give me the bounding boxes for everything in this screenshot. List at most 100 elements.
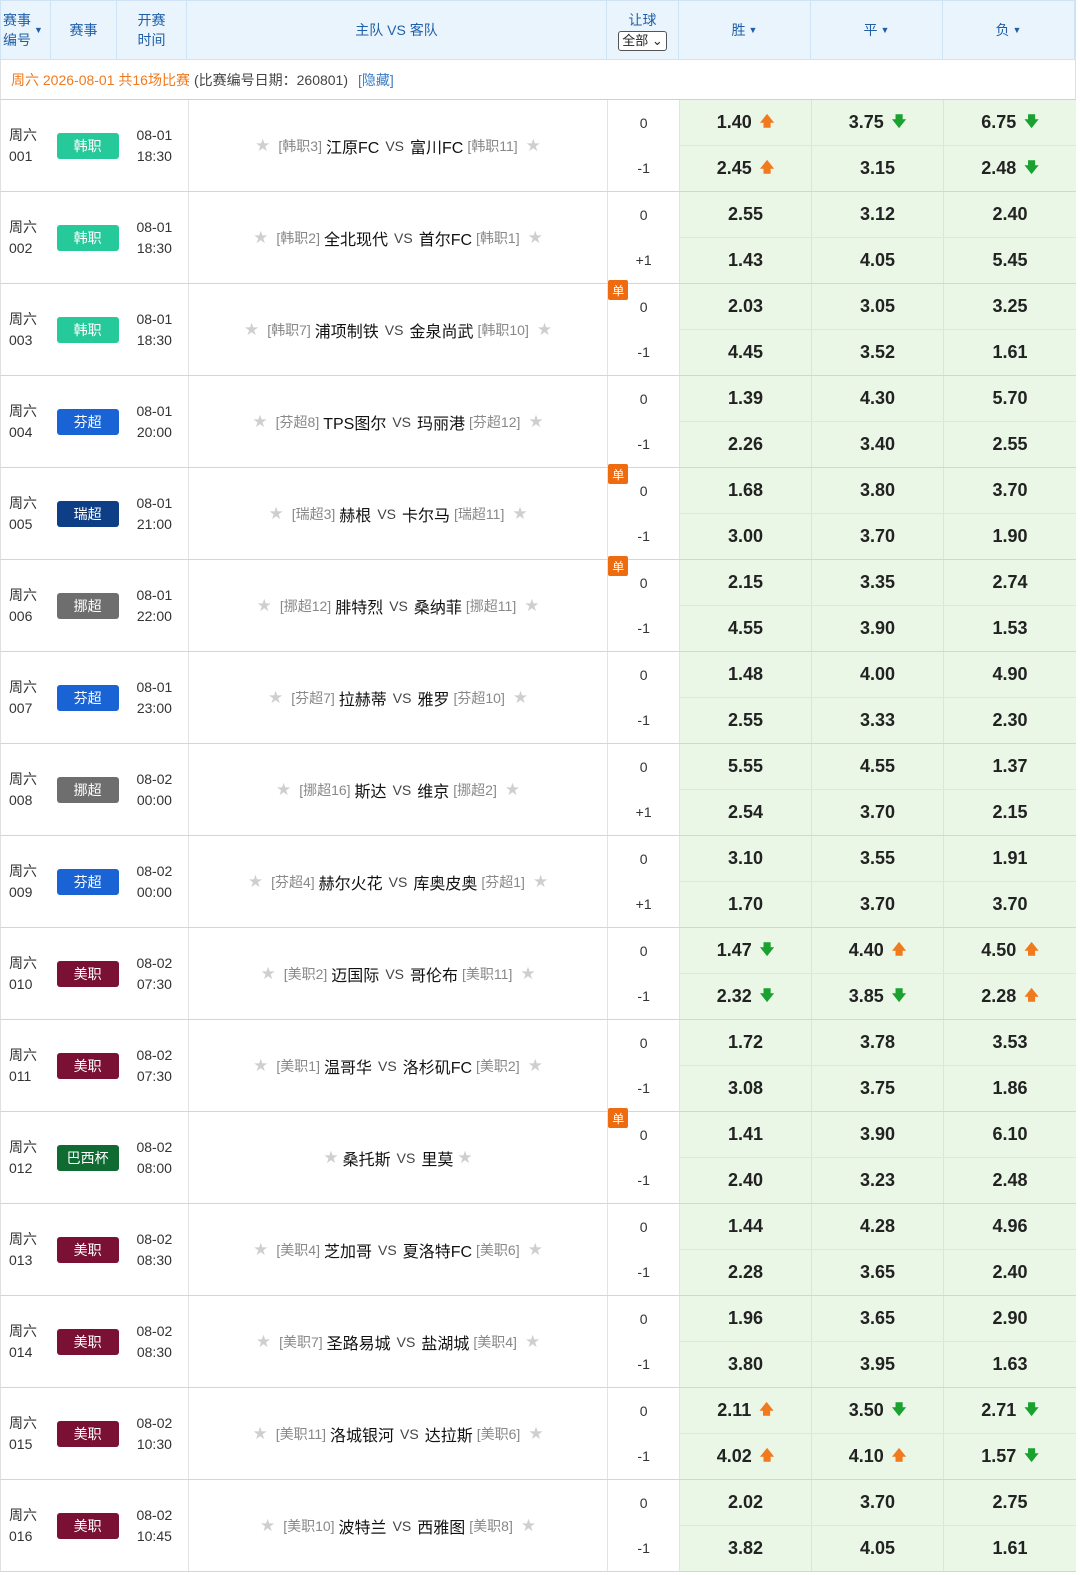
- odds-win-button[interactable]: 2.54: [680, 790, 812, 835]
- league-badge[interactable]: 瑞超: [56, 500, 119, 527]
- odds-draw-button[interactable]: 3.52: [812, 330, 944, 375]
- odds-draw-button[interactable]: 3.75 🡇: [812, 100, 944, 145]
- odds-draw-button[interactable]: 4.28: [812, 1204, 944, 1249]
- star-icon[interactable]: ★: [244, 320, 259, 340]
- league-badge[interactable]: 美职: [56, 1420, 119, 1447]
- odds-lose-button[interactable]: 3.70: [944, 468, 1076, 513]
- odds-lose-button[interactable]: 3.53: [944, 1020, 1076, 1065]
- odds-win-button[interactable]: 2.28: [680, 1250, 812, 1295]
- star-icon[interactable]: ★: [276, 780, 291, 800]
- odds-win-button[interactable]: 5.55: [680, 744, 812, 789]
- star-icon[interactable]: ★: [513, 688, 528, 708]
- odds-win-button[interactable]: 2.45 🡅: [680, 146, 812, 191]
- odds-lose-button[interactable]: 2.75: [944, 1480, 1076, 1525]
- home-team[interactable]: 赫根: [339, 502, 371, 526]
- home-team[interactable]: 浦项制铁: [315, 318, 379, 342]
- star-icon[interactable]: ★: [533, 872, 548, 892]
- odds-lose-button[interactable]: 2.55: [944, 422, 1076, 467]
- home-team[interactable]: TPS图尔: [323, 410, 386, 434]
- star-icon[interactable]: ★: [524, 596, 539, 616]
- home-team[interactable]: 波特兰: [339, 1514, 387, 1538]
- league-badge[interactable]: 韩职: [56, 132, 119, 159]
- star-icon[interactable]: ★: [257, 596, 272, 616]
- odds-win-button[interactable]: 3.82: [680, 1526, 812, 1571]
- star-icon[interactable]: ★: [520, 964, 535, 984]
- star-icon[interactable]: ★: [528, 1056, 543, 1076]
- home-team[interactable]: 江原FC: [326, 134, 379, 158]
- odds-win-button[interactable]: 2.55: [680, 698, 812, 743]
- star-icon[interactable]: ★: [521, 1516, 536, 1536]
- odds-draw-button[interactable]: 3.12: [812, 192, 944, 237]
- home-team[interactable]: 腓特烈: [335, 594, 383, 618]
- league-badge[interactable]: 挪超: [56, 776, 119, 803]
- odds-win-button[interactable]: 2.40: [680, 1158, 812, 1203]
- odds-draw-button[interactable]: 4.00: [812, 652, 944, 697]
- odds-draw-button[interactable]: 3.65: [812, 1250, 944, 1295]
- away-team[interactable]: 西雅图: [417, 1514, 465, 1538]
- odds-draw-button[interactable]: 3.35: [812, 560, 944, 605]
- odds-win-button[interactable]: 3.10: [680, 836, 812, 881]
- odds-lose-button[interactable]: 1.61: [944, 330, 1076, 375]
- star-icon[interactable]: ★: [457, 1148, 472, 1168]
- odds-lose-button[interactable]: 1.57 🡇: [944, 1434, 1076, 1479]
- odds-lose-button[interactable]: 2.40: [944, 1250, 1076, 1295]
- odds-win-button[interactable]: 2.03: [680, 284, 812, 329]
- odds-draw-button[interactable]: 3.05: [812, 284, 944, 329]
- away-team[interactable]: 洛杉矶FC: [403, 1054, 472, 1078]
- league-badge[interactable]: 韩职: [56, 224, 119, 251]
- odds-win-button[interactable]: 3.00: [680, 514, 812, 559]
- star-icon[interactable]: ★: [268, 688, 283, 708]
- odds-lose-button[interactable]: 4.90: [944, 652, 1076, 697]
- odds-draw-button[interactable]: 3.85 🡇: [812, 974, 944, 1019]
- away-team[interactable]: 卡尔马: [402, 502, 450, 526]
- odds-draw-button[interactable]: 3.70: [812, 1480, 944, 1525]
- odds-lose-button[interactable]: 4.96: [944, 1204, 1076, 1249]
- odds-draw-button[interactable]: 3.90: [812, 606, 944, 651]
- odds-lose-button[interactable]: 1.61: [944, 1526, 1076, 1571]
- home-team[interactable]: 圣路易城: [327, 1330, 391, 1354]
- away-team[interactable]: 玛丽港: [417, 410, 465, 434]
- league-badge[interactable]: 美职: [56, 1052, 119, 1079]
- away-team[interactable]: 哥伦布: [410, 962, 458, 986]
- odds-win-button[interactable]: 1.41: [680, 1112, 812, 1157]
- odds-win-button[interactable]: 2.26: [680, 422, 812, 467]
- odds-draw-button[interactable]: 3.95: [812, 1342, 944, 1387]
- away-team[interactable]: 首尔FC: [419, 226, 472, 250]
- star-icon[interactable]: ★: [512, 504, 527, 524]
- odds-lose-button[interactable]: 2.48: [944, 1158, 1076, 1203]
- league-badge[interactable]: 挪超: [56, 592, 119, 619]
- away-team[interactable]: 富川FC: [410, 134, 463, 158]
- odds-lose-button[interactable]: 3.70: [944, 882, 1076, 927]
- odds-win-button[interactable]: 1.43: [680, 238, 812, 283]
- odds-lose-button[interactable]: 2.30: [944, 698, 1076, 743]
- home-team[interactable]: 桑托斯: [343, 1146, 391, 1170]
- odds-win-button[interactable]: 2.55: [680, 192, 812, 237]
- odds-lose-button[interactable]: 5.45: [944, 238, 1076, 283]
- odds-draw-button[interactable]: 3.90: [812, 1112, 944, 1157]
- league-badge[interactable]: 芬超: [56, 684, 119, 711]
- star-icon[interactable]: ★: [268, 504, 283, 524]
- home-team[interactable]: 洛城银河: [330, 1422, 394, 1446]
- odds-lose-button[interactable]: 5.70: [944, 376, 1076, 421]
- away-team[interactable]: 桑纳菲: [414, 594, 462, 618]
- odds-draw-button[interactable]: 4.40 🡅: [812, 928, 944, 973]
- odds-win-button[interactable]: 3.08: [680, 1066, 812, 1111]
- odds-win-button[interactable]: 1.70: [680, 882, 812, 927]
- hide-link[interactable]: [隐藏]: [358, 70, 394, 90]
- star-icon[interactable]: ★: [248, 872, 263, 892]
- odds-draw-button[interactable]: 4.55: [812, 744, 944, 789]
- odds-lose-button[interactable]: 1.63: [944, 1342, 1076, 1387]
- odds-lose-button[interactable]: 6.75 🡇: [944, 100, 1076, 145]
- league-badge[interactable]: 芬超: [56, 408, 119, 435]
- odds-win-button[interactable]: 1.39: [680, 376, 812, 421]
- away-team[interactable]: 金泉尚武: [409, 318, 473, 342]
- odds-lose-button[interactable]: 4.50 🡅: [944, 928, 1076, 973]
- odds-win-button[interactable]: 2.02: [680, 1480, 812, 1525]
- league-badge[interactable]: 美职: [56, 960, 119, 987]
- home-team[interactable]: 拉赫蒂: [339, 686, 387, 710]
- star-icon[interactable]: ★: [528, 1424, 543, 1444]
- league-badge[interactable]: 美职: [56, 1236, 119, 1263]
- odds-draw-button[interactable]: 3.55: [812, 836, 944, 881]
- away-team[interactable]: 维京: [417, 778, 449, 802]
- odds-draw-button[interactable]: 3.70: [812, 514, 944, 559]
